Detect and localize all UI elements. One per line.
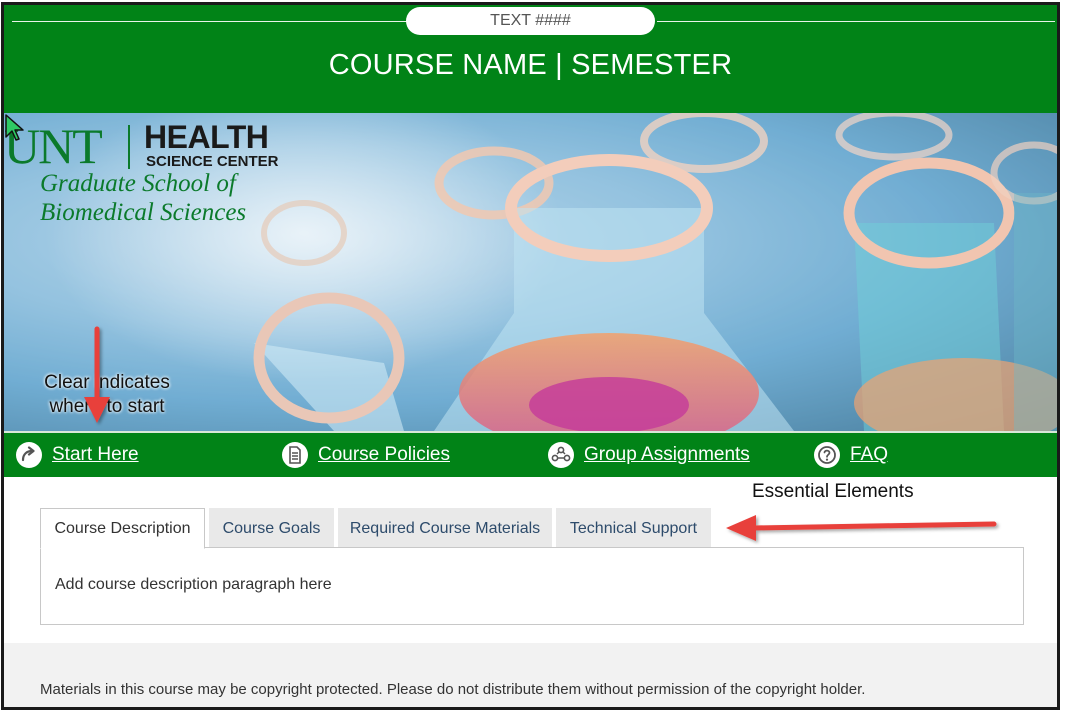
logo-graduate-line2: Biomedical Sciences: [40, 199, 247, 226]
logo-health-text: HEALTH: [144, 119, 269, 155]
annotation-essential-elements: Essential Elements: [752, 481, 914, 502]
logo-graduate-school-text: Graduate School of Biomedical Sciences: [40, 169, 246, 227]
nav-group-assignments-label: Group Assignments: [584, 444, 750, 465]
annotation-start-hint: Clear indicates where to start: [44, 372, 170, 417]
tab-technical-support[interactable]: Technical Support: [556, 508, 711, 548]
group-icon: [548, 442, 574, 468]
arrow-left-icon: [726, 515, 997, 541]
nav-start-here-label: Start Here: [52, 444, 139, 465]
nav-faq-label: FAQ: [850, 444, 889, 465]
header-divider-left: [12, 21, 410, 22]
tab-course-goals[interactable]: Course Goals: [209, 508, 334, 548]
course-title: COURSE NAME | SEMESTER: [328, 49, 733, 81]
question-icon: [814, 442, 840, 468]
nav-start-here[interactable]: Start Here: [16, 433, 139, 477]
document-icon: [282, 442, 308, 468]
nav-course-policies-label: Course Policies: [318, 444, 450, 465]
unt-hsc-logo: UNT HEALTH SCIENCE CENTER Graduate Schoo…: [4, 117, 314, 227]
tab-panel: Add course description paragraph here: [40, 547, 1024, 625]
copyright-notice: Materials in this course may be copyrigh…: [40, 681, 866, 698]
course-description-text: Add course description paragraph here: [55, 576, 332, 593]
page-footer: Materials in this course may be copyrigh…: [4, 643, 1057, 707]
nav-faq[interactable]: FAQ: [814, 433, 888, 477]
page-frame: TEXT #### COURSE NAME | SEMESTER UNT HEA…: [1, 2, 1060, 710]
tab-required-course-materials[interactable]: Required Course Materials: [338, 508, 552, 548]
logo-science-center-text: SCIENCE CENTER: [146, 153, 279, 170]
banner-image: UNT HEALTH SCIENCE CENTER Graduate Schoo…: [4, 113, 1057, 431]
course-navbar: Start Here Course Policies Group Assignm…: [4, 431, 1057, 477]
tab-course-description[interactable]: Course Description: [40, 508, 205, 549]
mouse-cursor-icon: [5, 114, 24, 141]
course-header: TEXT #### COURSE NAME | SEMESTER: [4, 5, 1057, 113]
course-code-pill: TEXT ####: [406, 7, 655, 35]
nav-group-assignments[interactable]: Group Assignments: [548, 433, 750, 477]
header-divider-right: [657, 21, 1055, 22]
logo-graduate-line1: Graduate School of: [40, 170, 236, 197]
nav-course-policies[interactable]: Course Policies: [282, 433, 450, 477]
arrow-curve-icon: [16, 442, 42, 468]
logo-divider: [128, 125, 130, 169]
